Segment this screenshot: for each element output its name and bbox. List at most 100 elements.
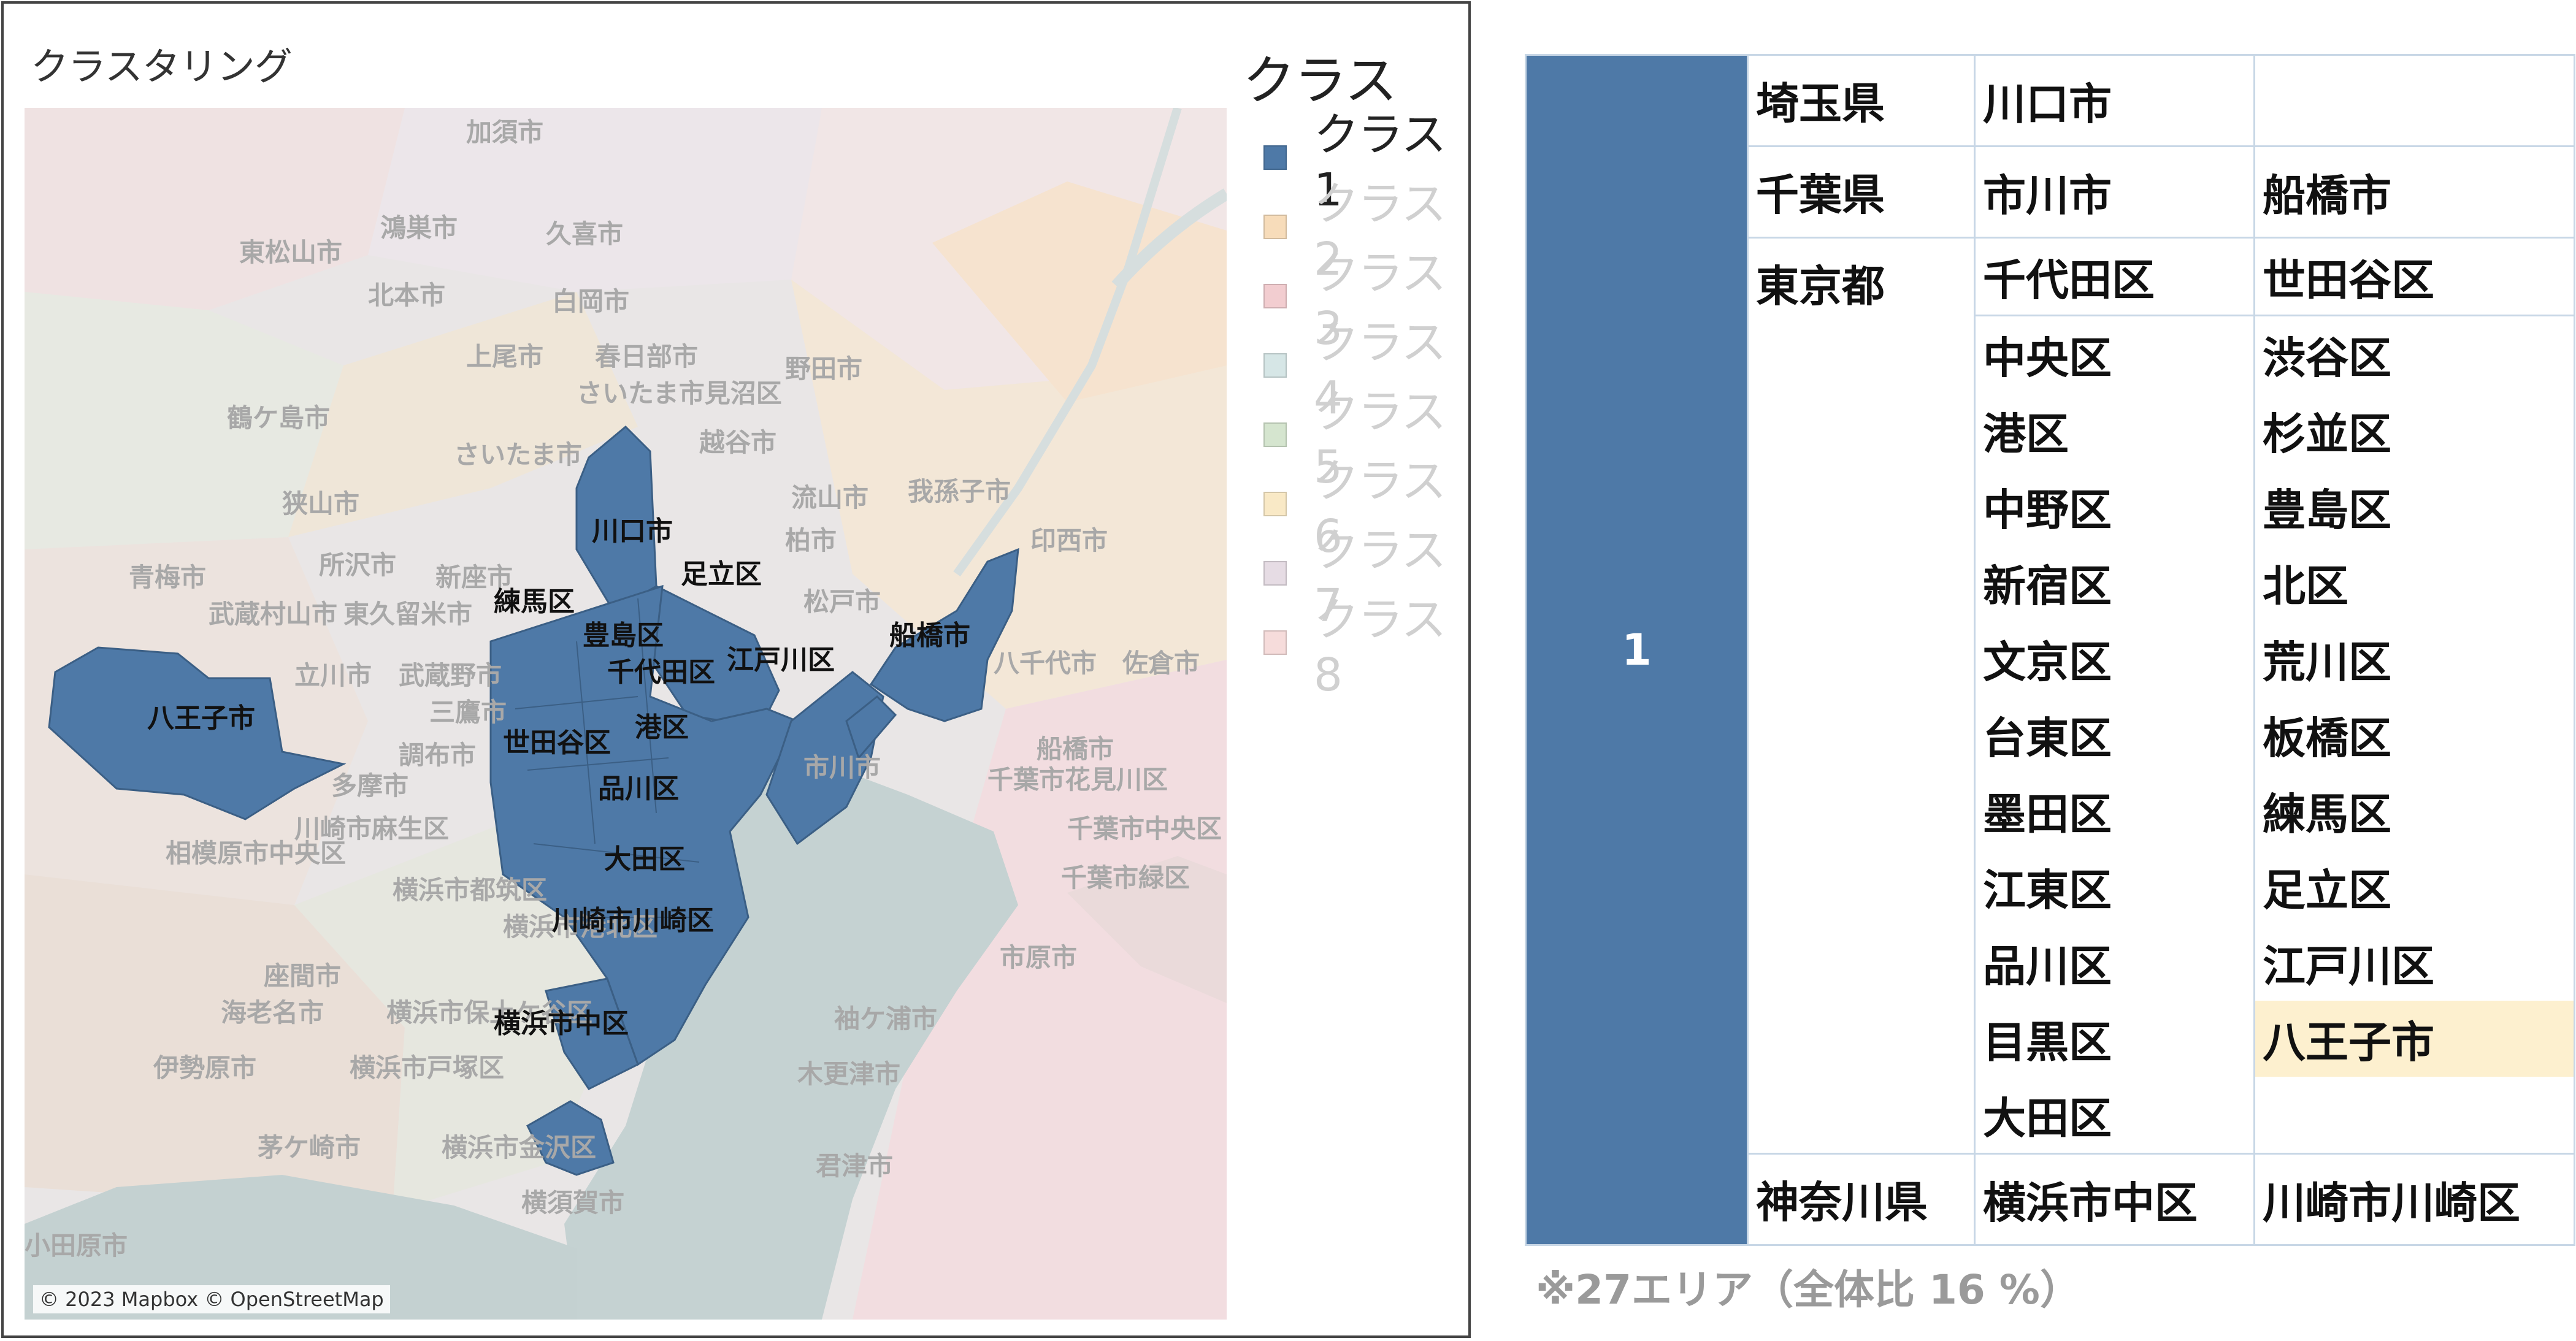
class-table-panel: 1 埼玉県 川口市 千葉県 市川市 船橋市 東京都 千代田区 世田谷区 中央区 渋谷区 港区 杉並区 中野… <box>1525 54 2575 1316</box>
city-cell: 板橋区 <box>2253 697 2575 773</box>
map-class1-label: 港区 <box>635 712 689 743</box>
city-cell: 墨田区 <box>1974 773 2255 849</box>
map-place-label: 船橋市 <box>1037 734 1114 764</box>
map-place-label: 印西市 <box>1030 525 1108 556</box>
map-class1-label: 千代田区 <box>607 657 715 688</box>
map-place-label: 市川市 <box>803 752 881 782</box>
map-place-label: 武蔵村山市 <box>209 599 337 629</box>
map-panel: クラスタリング 加須市 東松山市 鴻巣市 久喜市 北本市 白岡市 上尾市 春日部… <box>1 1 1471 1338</box>
city-cell: 杉並区 <box>2253 392 2575 468</box>
legend-swatch <box>1263 283 1287 308</box>
cluster-map[interactable]: 加須市 東松山市 鴻巣市 久喜市 北本市 白岡市 上尾市 春日部市 鶴ケ島市 野田市 さいたま市 さい… <box>25 108 1227 1320</box>
map-place-label: 佐倉市 <box>1122 648 1200 678</box>
city-cell: 文京区 <box>1974 621 2255 697</box>
map-place-label: 市原市 <box>1000 942 1077 972</box>
map-place-label: 流山市 <box>791 483 868 513</box>
map-place-label: 八千代市 <box>994 648 1097 678</box>
city-cell: 台東区 <box>1974 697 2255 773</box>
map-place-label: さいたま市 <box>454 440 582 470</box>
legend-swatch <box>1263 630 1287 655</box>
city-cell <box>2253 1077 2575 1154</box>
prefecture-cell: 神奈川県 <box>1747 1153 1976 1246</box>
map-place-label: 君津市 <box>816 1151 893 1181</box>
map-place-label: 加須市 <box>466 117 543 147</box>
map-place-label: 三鷹市 <box>429 697 507 727</box>
legend-item-class8[interactable]: クラス8 <box>1243 594 1463 701</box>
legend-swatch <box>1263 491 1287 516</box>
class-member-table: 1 埼玉県 川口市 千葉県 市川市 船橋市 東京都 千代田区 世田谷区 中央区 渋谷区 港区 杉並区 中野… <box>1525 54 2575 1246</box>
map-class1-label: 江戸川区 <box>727 644 835 676</box>
map-place-label: 千葉市中央区 <box>1067 814 1222 844</box>
legend: クラス クラス1 クラス2 クラス3 クラス4 クラス5 クラス6 クラス7 クラス8 <box>1243 37 1463 701</box>
city-cell: 目黒区 <box>1974 1001 2255 1077</box>
map-place-label: 越谷市 <box>699 427 776 457</box>
legend-label: クラス8 <box>1313 594 1447 701</box>
table-row: 1 埼玉県 川口市 <box>1525 54 2575 1246</box>
map-place-label: 茅ケ崎市 <box>258 1133 361 1163</box>
map-class1-label: 大田区 <box>604 844 685 875</box>
city-cell: 荒川区 <box>2253 621 2575 697</box>
map-place-label: 千葉市緑区 <box>1061 863 1190 893</box>
map-class1-label: 世田谷区 <box>503 727 611 758</box>
map-canvas[interactable]: 加須市東松山市 鴻巣市 久喜市北本市 白岡市上尾市 春日部市鶴ケ島市 野田市さいたま市 さい… <box>25 108 1227 1320</box>
map-place-label: 横浜市都筑区 <box>393 875 547 905</box>
city-cell: 世田谷区 <box>2253 237 2575 316</box>
map-place-label: 東久留米市 <box>343 599 472 629</box>
prefecture-cell: 東京都 <box>1747 237 1976 1155</box>
map-class1-label: 川口市 <box>592 516 673 547</box>
legend-swatch <box>1263 422 1287 447</box>
legend-swatch <box>1263 353 1287 378</box>
map-place-label: 多摩市 <box>331 771 408 801</box>
legend-swatch <box>1263 145 1287 170</box>
map-place-label: 柏市 <box>785 525 837 556</box>
map-class1-label: 横浜市中区 <box>494 1008 629 1039</box>
map-class1-label: 八王子市 <box>147 703 255 734</box>
map-place-label: 我孫子市 <box>908 476 1011 506</box>
map-place-label: 伊勢原市 <box>153 1053 256 1083</box>
map-place-label: 調布市 <box>399 740 476 770</box>
map-place-label: 座間市 <box>264 961 341 991</box>
prefecture-cell: 埼玉県 <box>1747 54 1976 147</box>
map-place-label: 海老名市 <box>221 998 324 1028</box>
map-place-label: 鴻巣市 <box>380 213 458 243</box>
map-place-label: 東松山市 <box>239 237 342 267</box>
map-place-label: 横須賀市 <box>521 1188 624 1218</box>
map-place-label: 千葉市花見川区 <box>987 765 1168 795</box>
legend-swatch <box>1263 560 1287 586</box>
map-place-label: 北本市 <box>368 280 445 310</box>
city-cell: 豊島区 <box>2253 468 2575 544</box>
city-cell: 千代田区 <box>1974 237 2255 316</box>
city-cell: 江東区 <box>1974 849 2255 925</box>
city-cell: 大田区 <box>1974 1077 2255 1154</box>
city-cell: 江戸川区 <box>2253 925 2575 1001</box>
map-class1-label: 足立区 <box>681 559 762 590</box>
city-cell <box>2253 54 2575 147</box>
map-class1-label: 品川区 <box>598 773 679 804</box>
city-cell: 中央区 <box>1974 315 2255 392</box>
map-place-label: 横浜市戸塚区 <box>350 1053 504 1083</box>
city-cell: 川口市 <box>1974 54 2255 147</box>
map-place-label: 松戸市 <box>803 587 881 617</box>
city-cell: 川崎市川崎区 <box>2253 1153 2575 1246</box>
city-cell: 品川区 <box>1974 925 2255 1001</box>
map-class1-label: 船橋市 <box>889 620 970 651</box>
map-place-label: 武蔵野市 <box>399 660 502 690</box>
city-cell: 市川市 <box>1974 145 2255 239</box>
city-cell: 足立区 <box>2253 849 2575 925</box>
city-cell: 八王子市 <box>2253 1001 2575 1077</box>
map-place-label: 白岡市 <box>552 286 629 316</box>
city-cell: 横浜市中区 <box>1974 1153 2255 1246</box>
city-cell: 北区 <box>2253 544 2575 621</box>
legend-swatch <box>1263 214 1287 239</box>
map-attribution[interactable]: © 2023 Mapbox © OpenStreetMap <box>33 1285 390 1313</box>
map-class1-label: 練馬区 <box>494 586 575 617</box>
map-place-label: 野田市 <box>785 354 862 384</box>
map-place-label: 所沢市 <box>319 550 396 580</box>
map-place-label: 久喜市 <box>546 219 623 249</box>
prefecture-cell: 千葉県 <box>1747 145 1976 239</box>
class-number-cell: 1 <box>1525 54 1749 1246</box>
map-place-label: 相模原市中央区 <box>166 838 346 868</box>
map-place-label: 狭山市 <box>282 489 359 519</box>
map-class1-label: 川崎市川崎区 <box>552 905 714 936</box>
footnote: ※27エリア（全体比 16 %） <box>1536 1266 2080 1313</box>
